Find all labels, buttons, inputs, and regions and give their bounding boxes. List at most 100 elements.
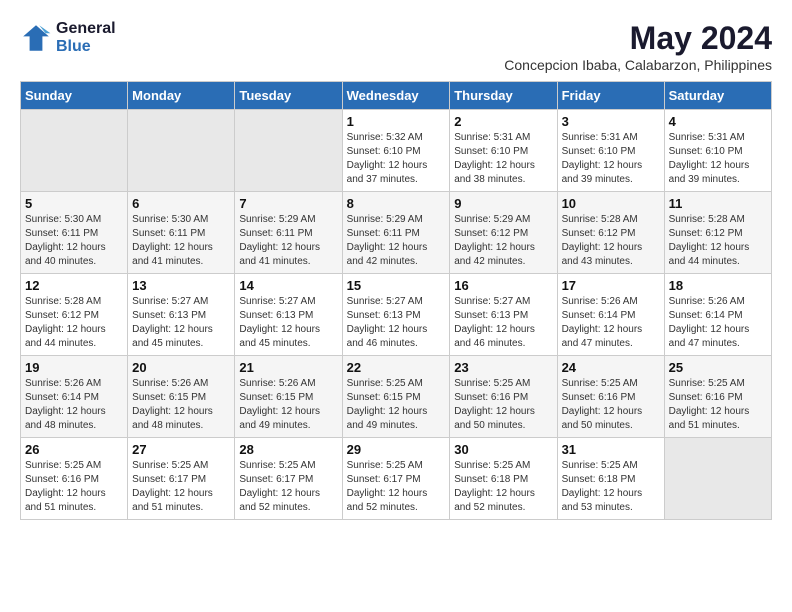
day-info: Sunrise: 5:25 AMSunset: 6:17 PMDaylight:…	[347, 459, 446, 515]
day-number: 29	[347, 442, 446, 457]
week-row-2: 5 Sunrise: 5:30 AMSunset: 6:11 PMDaylight…	[21, 192, 772, 274]
day-info: Sunrise: 5:25 AMSunset: 6:18 PMDaylight:…	[562, 459, 660, 515]
day-cell	[664, 438, 771, 520]
col-header-saturday: Saturday	[664, 82, 771, 110]
title-area: May 2024 Concepcion Ibaba, Calabarzon, P…	[504, 20, 772, 73]
day-info: Sunrise: 5:29 AMSunset: 6:11 PMDaylight:…	[347, 213, 446, 269]
day-number: 16	[454, 278, 552, 293]
day-number: 2	[454, 114, 552, 129]
col-header-tuesday: Tuesday	[235, 82, 342, 110]
day-number: 19	[25, 360, 123, 375]
day-cell: 15 Sunrise: 5:27 AMSunset: 6:13 PMDayligh…	[342, 274, 450, 356]
day-number: 20	[132, 360, 230, 375]
day-number: 4	[669, 114, 767, 129]
day-info: Sunrise: 5:25 AMSunset: 6:16 PMDaylight:…	[562, 377, 660, 433]
day-cell: 17Sunrise: 5:26 AMSunset: 6:14 PMDayligh…	[557, 274, 664, 356]
calendar-table: SundayMondayTuesdayWednesdayThursdayFrid…	[20, 81, 772, 520]
day-info: Sunrise: 5:31 AMSunset: 6:10 PMDaylight:…	[562, 131, 660, 187]
day-cell	[21, 110, 128, 192]
day-cell: 16 Sunrise: 5:27 AMSunset: 6:13 PMDayligh…	[450, 274, 557, 356]
day-info: Sunrise: 5:26 AMSunset: 6:15 PMDaylight:…	[239, 377, 337, 433]
day-info: Sunrise: 5:31 AMSunset: 6:10 PMDaylight:…	[669, 131, 767, 187]
day-number: 15	[347, 278, 446, 293]
day-cell: 2 Sunrise: 5:31 AMSunset: 6:10 PMDaylight…	[450, 110, 557, 192]
day-cell: 5 Sunrise: 5:30 AMSunset: 6:11 PMDaylight…	[21, 192, 128, 274]
week-row-3: 12Sunrise: 5:28 AMSunset: 6:12 PMDayligh…	[21, 274, 772, 356]
day-number: 28	[239, 442, 337, 457]
day-info: Sunrise: 5:30 AMSunset: 6:11 PMDaylight:…	[132, 213, 230, 269]
month-year-title: May 2024	[504, 20, 772, 57]
day-cell	[128, 110, 235, 192]
day-number: 9	[454, 196, 552, 211]
day-number: 25	[669, 360, 767, 375]
day-info: Sunrise: 5:27 AMSunset: 6:13 PMDaylight:…	[239, 295, 337, 351]
day-number: 14	[239, 278, 337, 293]
day-cell: 9Sunrise: 5:29 AMSunset: 6:12 PMDaylight…	[450, 192, 557, 274]
day-cell: 21 Sunrise: 5:26 AMSunset: 6:15 PMDayligh…	[235, 356, 342, 438]
day-number: 12	[25, 278, 123, 293]
day-info: Sunrise: 5:29 AMSunset: 6:11 PMDaylight:…	[239, 213, 337, 269]
day-number: 24	[562, 360, 660, 375]
day-info: Sunrise: 5:32 AMSunset: 6:10 PMDaylight:…	[347, 131, 446, 187]
day-cell: 20Sunrise: 5:26 AMSunset: 6:15 PMDayligh…	[128, 356, 235, 438]
day-number: 5	[25, 196, 123, 211]
day-number: 31	[562, 442, 660, 457]
day-cell: 8Sunrise: 5:29 AMSunset: 6:11 PMDaylight…	[342, 192, 450, 274]
col-header-wednesday: Wednesday	[342, 82, 450, 110]
week-row-4: 19 Sunrise: 5:26 AMSunset: 6:14 PMDayligh…	[21, 356, 772, 438]
day-number: 26	[25, 442, 123, 457]
day-cell: 26Sunrise: 5:25 AMSunset: 6:16 PMDayligh…	[21, 438, 128, 520]
day-cell: 4 Sunrise: 5:31 AMSunset: 6:10 PMDaylight…	[664, 110, 771, 192]
logo: General Blue	[20, 20, 116, 56]
day-info: Sunrise: 5:27 AMSunset: 6:13 PMDaylight:…	[132, 295, 230, 351]
day-cell: 14 Sunrise: 5:27 AMSunset: 6:13 PMDayligh…	[235, 274, 342, 356]
day-number: 27	[132, 442, 230, 457]
day-info: Sunrise: 5:27 AMSunset: 6:13 PMDaylight:…	[347, 295, 446, 351]
day-cell: 18 Sunrise: 5:26 AMSunset: 6:14 PMDayligh…	[664, 274, 771, 356]
day-cell: 25 Sunrise: 5:25 AMSunset: 6:16 PMDayligh…	[664, 356, 771, 438]
day-cell: 6 Sunrise: 5:30 AMSunset: 6:11 PMDaylight…	[128, 192, 235, 274]
day-cell: 1 Sunrise: 5:32 AMSunset: 6:10 PMDaylight…	[342, 110, 450, 192]
day-cell: 24 Sunrise: 5:25 AMSunset: 6:16 PMDayligh…	[557, 356, 664, 438]
day-cell: 23Sunrise: 5:25 AMSunset: 6:16 PMDayligh…	[450, 356, 557, 438]
col-header-monday: Monday	[128, 82, 235, 110]
logo-icon	[20, 22, 52, 54]
day-number: 10	[562, 196, 660, 211]
day-cell: 30 Sunrise: 5:25 AMSunset: 6:18 PMDayligh…	[450, 438, 557, 520]
col-header-thursday: Thursday	[450, 82, 557, 110]
header-row: SundayMondayTuesdayWednesdayThursdayFrid…	[21, 82, 772, 110]
day-number: 22	[347, 360, 446, 375]
day-number: 30	[454, 442, 552, 457]
day-cell: 22Sunrise: 5:25 AMSunset: 6:15 PMDayligh…	[342, 356, 450, 438]
day-cell: 13Sunrise: 5:27 AMSunset: 6:13 PMDayligh…	[128, 274, 235, 356]
day-number: 17	[562, 278, 660, 293]
day-info: Sunrise: 5:31 AMSunset: 6:10 PMDaylight:…	[454, 131, 552, 187]
day-number: 6	[132, 196, 230, 211]
day-info: Sunrise: 5:30 AMSunset: 6:11 PMDaylight:…	[25, 213, 123, 269]
day-cell: 28Sunrise: 5:25 AMSunset: 6:17 PMDayligh…	[235, 438, 342, 520]
day-info: Sunrise: 5:25 AMSunset: 6:18 PMDaylight:…	[454, 459, 552, 515]
day-cell: 11Sunrise: 5:28 AMSunset: 6:12 PMDayligh…	[664, 192, 771, 274]
day-cell	[235, 110, 342, 192]
logo-text: General Blue	[56, 20, 116, 56]
day-cell: 3Sunrise: 5:31 AMSunset: 6:10 PMDaylight…	[557, 110, 664, 192]
day-cell: 31 Sunrise: 5:25 AMSunset: 6:18 PMDayligh…	[557, 438, 664, 520]
day-info: Sunrise: 5:26 AMSunset: 6:14 PMDaylight:…	[669, 295, 767, 351]
day-cell: 27Sunrise: 5:25 AMSunset: 6:17 PMDayligh…	[128, 438, 235, 520]
week-row-1: 1 Sunrise: 5:32 AMSunset: 6:10 PMDaylight…	[21, 110, 772, 192]
day-cell: 19 Sunrise: 5:26 AMSunset: 6:14 PMDayligh…	[21, 356, 128, 438]
day-info: Sunrise: 5:28 AMSunset: 6:12 PMDaylight:…	[669, 213, 767, 269]
day-cell: 29 Sunrise: 5:25 AMSunset: 6:17 PMDayligh…	[342, 438, 450, 520]
day-info: Sunrise: 5:28 AMSunset: 6:12 PMDaylight:…	[562, 213, 660, 269]
page-header: General Blue May 2024 Concepcion Ibaba, …	[20, 20, 772, 73]
day-number: 18	[669, 278, 767, 293]
day-info: Sunrise: 5:27 AMSunset: 6:13 PMDaylight:…	[454, 295, 552, 351]
day-number: 21	[239, 360, 337, 375]
day-number: 1	[347, 114, 446, 129]
col-header-friday: Friday	[557, 82, 664, 110]
day-cell: 10 Sunrise: 5:28 AMSunset: 6:12 PMDayligh…	[557, 192, 664, 274]
day-info: Sunrise: 5:25 AMSunset: 6:16 PMDaylight:…	[669, 377, 767, 433]
location-subtitle: Concepcion Ibaba, Calabarzon, Philippine…	[504, 57, 772, 73]
day-number: 7	[239, 196, 337, 211]
day-info: Sunrise: 5:26 AMSunset: 6:14 PMDaylight:…	[25, 377, 123, 433]
